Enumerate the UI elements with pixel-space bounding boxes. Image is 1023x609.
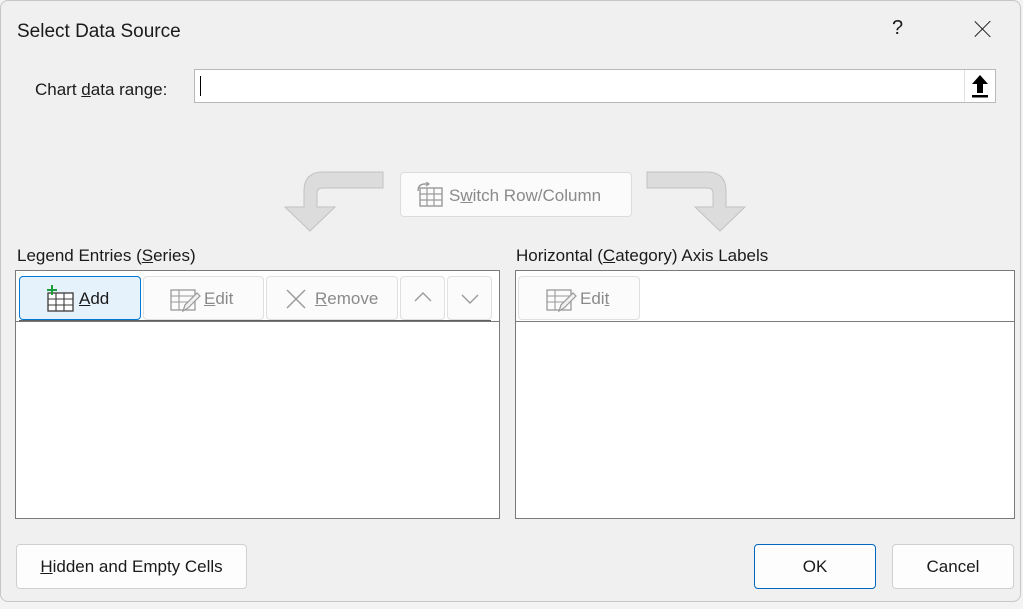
chevron-down-icon <box>461 294 479 304</box>
axis-labels-panel: Edit <box>515 270 1015 519</box>
collapse-arrow-icon <box>972 75 988 98</box>
remove-series-button[interactable]: Remove <box>266 276 398 320</box>
help-button[interactable]: ? <box>892 17 903 40</box>
move-up-button[interactable] <box>400 276 445 320</box>
axis-labels-list[interactable] <box>516 322 1014 518</box>
chart-data-range-input[interactable] <box>194 69 996 103</box>
chart-data-range-label: Chart data range: <box>35 80 168 99</box>
edit-series-button[interactable]: Edit <box>143 276 264 320</box>
curved-arrow-left-icon <box>283 171 384 232</box>
edit-table-icon <box>546 289 577 313</box>
switch-row-column-label: Switch Row/Column <box>449 186 602 205</box>
text-caret <box>200 76 201 96</box>
ok-button[interactable]: OK <box>754 544 876 589</box>
legend-entries-panel: Add Edit Remove <box>15 270 500 519</box>
add-table-icon <box>47 285 74 312</box>
collapse-range-button[interactable] <box>964 70 995 102</box>
legend-entries-label: Legend Entries (Series) <box>17 246 196 265</box>
cancel-button[interactable]: Cancel <box>892 544 1014 589</box>
legend-entries-list[interactable] <box>16 322 499 518</box>
select-data-source-dialog: Select Data Source ? Chart data range: S… <box>0 0 1021 602</box>
edit-axis-label: Edit <box>580 289 610 308</box>
chevron-up-icon <box>414 292 432 302</box>
curved-arrow-right-icon <box>646 171 747 232</box>
switch-row-column-button[interactable]: Switch Row/Column <box>400 172 632 217</box>
edit-table-icon <box>170 289 201 313</box>
add-label: Add <box>79 289 110 308</box>
edit-label: Edit <box>204 289 234 308</box>
add-series-button[interactable]: Add <box>19 276 141 320</box>
edit-axis-labels-button[interactable]: Edit <box>518 276 640 320</box>
close-icon[interactable] <box>969 15 997 43</box>
switch-row-column-icon <box>417 182 443 207</box>
axis-labels-label: Horizontal (Category) Axis Labels <box>516 246 769 265</box>
hidden-empty-cells-button[interactable]: Hidden and Empty Cells <box>16 544 247 589</box>
move-down-button[interactable] <box>447 276 492 320</box>
remove-x-icon <box>286 289 306 309</box>
remove-label: Remove <box>315 289 379 308</box>
dialog-title: Select Data Source <box>17 21 181 42</box>
